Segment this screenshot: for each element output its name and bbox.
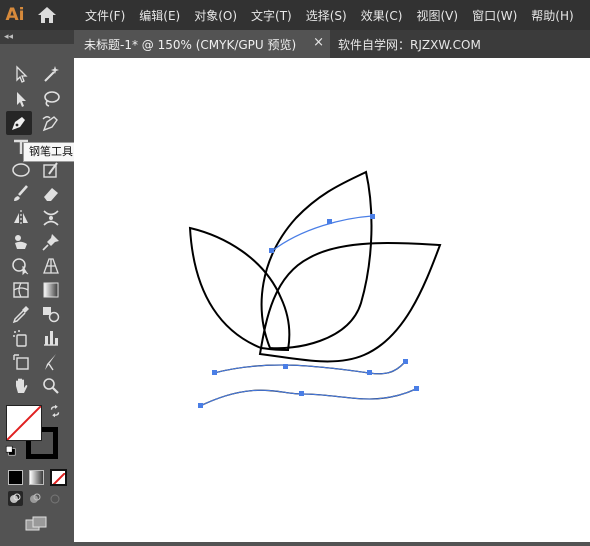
document-tab-title: 未标题-1* @ 150% (CMYK/GPU 预览) bbox=[84, 37, 297, 52]
water-line-bottom bbox=[199, 388, 417, 407]
lasso-tool-icon[interactable] bbox=[38, 87, 64, 111]
none-mode-button[interactable] bbox=[50, 469, 67, 486]
menu-edit[interactable]: 编辑(E) bbox=[132, 7, 187, 24]
slice-tool-icon[interactable] bbox=[38, 350, 64, 374]
document-tab-bar: 未标题-1* @ 150% (CMYK/GPU 预览) × 软件自学网：RJZX… bbox=[74, 30, 590, 58]
water-line-top-selection bbox=[213, 361, 406, 375]
collapse-panel-icon[interactable]: ◂◂ bbox=[4, 30, 13, 44]
zoom-tool-icon[interactable] bbox=[38, 374, 64, 398]
shape-builder-tool-icon[interactable] bbox=[8, 254, 34, 278]
default-fill-stroke-icon[interactable] bbox=[2, 442, 20, 460]
symbol-sprayer-tool-icon[interactable] bbox=[8, 326, 34, 350]
draw-behind-icon[interactable] bbox=[28, 491, 43, 506]
puppet-warp-tool-icon[interactable] bbox=[8, 230, 34, 254]
home-icon[interactable] bbox=[30, 0, 64, 30]
menu-effect[interactable]: 效果(C) bbox=[354, 7, 410, 24]
close-tab-icon[interactable]: × bbox=[313, 35, 324, 50]
mesh-tool-icon[interactable] bbox=[8, 278, 34, 302]
document-tab-active[interactable]: 未标题-1* @ 150% (CMYK/GPU 预览) × bbox=[74, 30, 330, 58]
anchor-point bbox=[370, 214, 375, 219]
anchor-point bbox=[299, 391, 304, 396]
menu-window[interactable]: 窗口(W) bbox=[465, 7, 524, 24]
gradient-tool-icon[interactable] bbox=[38, 278, 64, 302]
hand-tool-icon[interactable] bbox=[8, 374, 34, 398]
perspective-grid-tool-icon[interactable] bbox=[38, 254, 64, 278]
artboard-tool-icon[interactable] bbox=[8, 350, 34, 374]
menu-type[interactable]: 文字(T) bbox=[244, 7, 299, 24]
reflect-tool-icon[interactable] bbox=[8, 206, 34, 230]
tools-panel: ◂◂ bbox=[0, 30, 74, 542]
menu-view[interactable]: 视图(V) bbox=[409, 7, 465, 24]
lotus-center-petal bbox=[260, 170, 373, 350]
pen-tool-icon[interactable] bbox=[6, 111, 32, 135]
app-logo: Ai bbox=[5, 5, 25, 25]
menu-object[interactable]: 对象(O) bbox=[187, 7, 244, 24]
curvature-tool-icon[interactable] bbox=[38, 111, 64, 135]
tools-panel-header: ◂◂ bbox=[0, 30, 74, 44]
menu-select[interactable]: 选择(S) bbox=[299, 7, 354, 24]
lotus-left-petal bbox=[188, 226, 291, 352]
color-mode-button[interactable] bbox=[8, 470, 23, 485]
eraser-tool-icon[interactable] bbox=[38, 182, 64, 206]
anchor-point bbox=[367, 370, 372, 375]
selected-petal-path bbox=[271, 215, 373, 252]
width-tool-icon[interactable] bbox=[38, 206, 64, 230]
blend-tool-icon[interactable] bbox=[38, 302, 64, 326]
menu-file[interactable]: 文件(F) bbox=[78, 7, 132, 24]
canvas[interactable] bbox=[74, 58, 590, 542]
draw-normal-icon[interactable] bbox=[8, 491, 23, 506]
anchor-point bbox=[269, 248, 274, 253]
anchor-point bbox=[198, 403, 203, 408]
swap-fill-stroke-icon[interactable] bbox=[46, 402, 64, 420]
anchor-point bbox=[283, 364, 288, 369]
column-graph-tool-icon[interactable] bbox=[38, 326, 64, 350]
anchor-point bbox=[327, 219, 332, 224]
artwork bbox=[188, 170, 442, 408]
direct-selection-tool-icon[interactable] bbox=[8, 87, 34, 111]
paintbrush-tool-icon[interactable] bbox=[8, 182, 34, 206]
draw-inside-icon[interactable] bbox=[48, 491, 63, 506]
menu-help[interactable]: 帮助(H) bbox=[524, 7, 580, 24]
document-tab-other[interactable]: 软件自学网：RJZXW.COM bbox=[338, 30, 481, 58]
anchor-point bbox=[414, 386, 419, 391]
anchor-point bbox=[212, 370, 217, 375]
magic-wand-tool-icon[interactable] bbox=[38, 62, 64, 86]
anchor-point bbox=[403, 359, 408, 364]
eyedropper-tool-icon[interactable] bbox=[8, 302, 34, 326]
menu-bar: Ai 文件(F) 编辑(E) 对象(O) 文字(T) 选择(S) 效果(C) 视… bbox=[0, 0, 590, 30]
gradient-mode-button[interactable] bbox=[29, 470, 44, 485]
screen-mode-icon[interactable] bbox=[25, 516, 47, 532]
lotus-right-petal bbox=[258, 241, 442, 363]
selection-tool-icon[interactable] bbox=[8, 62, 34, 86]
fill-swatch[interactable] bbox=[6, 405, 42, 441]
pin-icon[interactable] bbox=[38, 230, 64, 254]
main-menu: 文件(F) 编辑(E) 对象(O) 文字(T) 选择(S) 效果(C) 视图(V… bbox=[64, 0, 581, 30]
